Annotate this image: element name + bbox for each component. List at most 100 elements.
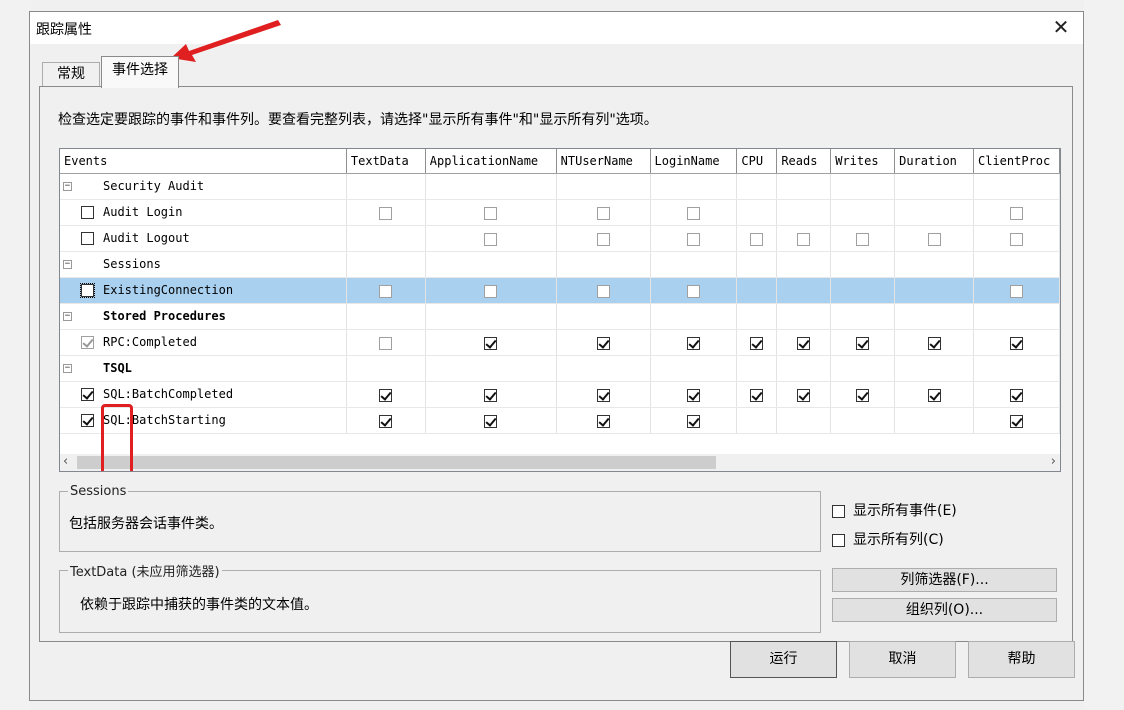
event-row[interactable]: Audit Logout bbox=[60, 225, 1060, 252]
column-checkbox[interactable] bbox=[1010, 388, 1023, 402]
column-checkbox[interactable] bbox=[1010, 284, 1023, 298]
column-checkbox[interactable] bbox=[596, 232, 610, 246]
collapse-icon[interactable]: − bbox=[63, 182, 72, 191]
column-checkbox[interactable] bbox=[484, 284, 498, 298]
column-checkbox[interactable] bbox=[596, 206, 610, 220]
event-name-cell[interactable]: RPC:Completed bbox=[60, 329, 347, 356]
column-cell[interactable] bbox=[736, 355, 778, 382]
column-checkbox[interactable] bbox=[686, 388, 700, 402]
column-cell[interactable] bbox=[830, 277, 896, 304]
column-checkbox[interactable] bbox=[686, 206, 700, 220]
column-cell[interactable] bbox=[346, 199, 426, 226]
event-checkbox[interactable] bbox=[81, 206, 94, 219]
column-checkbox[interactable] bbox=[596, 414, 610, 428]
column-cell[interactable] bbox=[346, 355, 426, 382]
column-cell[interactable] bbox=[736, 303, 778, 330]
column-checkbox[interactable] bbox=[484, 232, 498, 246]
column-cell[interactable] bbox=[556, 407, 651, 434]
column-cell[interactable] bbox=[736, 381, 778, 408]
tab-event-selection[interactable]: 事件选择 bbox=[101, 56, 179, 88]
event-name-cell[interactable]: − Sessions bbox=[60, 251, 347, 278]
column-cell[interactable] bbox=[346, 381, 426, 408]
column-cell[interactable] bbox=[425, 251, 557, 278]
column-cell[interactable] bbox=[973, 173, 1060, 200]
event-name-cell[interactable]: − TSQL bbox=[60, 355, 347, 382]
event-checkbox[interactable] bbox=[81, 388, 94, 401]
horizontal-scrollbar[interactable]: ‹ › bbox=[60, 454, 1060, 471]
column-cell[interactable] bbox=[776, 303, 832, 330]
column-cell[interactable] bbox=[650, 173, 738, 200]
help-button[interactable]: 帮助 bbox=[968, 641, 1075, 678]
column-cell[interactable] bbox=[556, 303, 651, 330]
column-cell[interactable] bbox=[776, 173, 832, 200]
event-checkbox[interactable] bbox=[81, 414, 94, 427]
collapse-icon[interactable]: − bbox=[63, 260, 72, 269]
column-cell[interactable] bbox=[973, 225, 1060, 252]
event-name-cell[interactable]: SQL:BatchStarting bbox=[60, 407, 347, 434]
column-checkbox[interactable] bbox=[484, 414, 498, 428]
column-checkbox[interactable] bbox=[927, 388, 941, 402]
column-cell[interactable] bbox=[776, 225, 832, 252]
column-cell[interactable] bbox=[894, 355, 974, 382]
column-cell[interactable] bbox=[650, 355, 738, 382]
column-cell[interactable] bbox=[973, 381, 1060, 408]
column-checkbox[interactable] bbox=[686, 284, 700, 298]
scroll-right-icon[interactable]: › bbox=[1051, 454, 1056, 469]
column-cell[interactable] bbox=[894, 251, 974, 278]
show-all-events-checkbox[interactable] bbox=[832, 504, 845, 518]
column-cell[interactable] bbox=[830, 251, 896, 278]
column-cell[interactable] bbox=[894, 407, 974, 434]
column-checkbox[interactable] bbox=[927, 336, 941, 350]
column-cell[interactable] bbox=[830, 199, 896, 226]
run-button[interactable]: 运行 bbox=[730, 641, 837, 678]
event-name-cell[interactable]: − Stored Procedures bbox=[60, 303, 347, 330]
column-cell[interactable] bbox=[556, 381, 651, 408]
column-cell[interactable] bbox=[776, 277, 832, 304]
column-cell[interactable] bbox=[650, 329, 738, 356]
event-row[interactable]: ExistingConnection bbox=[60, 277, 1060, 304]
column-cell[interactable] bbox=[894, 225, 974, 252]
column-checkbox[interactable] bbox=[379, 414, 393, 428]
column-cell[interactable] bbox=[346, 329, 426, 356]
column-checkbox[interactable] bbox=[379, 284, 393, 298]
column-checkbox[interactable] bbox=[750, 232, 764, 246]
column-cell[interactable] bbox=[894, 173, 974, 200]
column-header[interactable]: CPU bbox=[736, 149, 778, 174]
column-checkbox[interactable] bbox=[856, 232, 870, 246]
event-checkbox[interactable] bbox=[80, 283, 95, 298]
column-cell[interactable] bbox=[830, 355, 896, 382]
column-cell[interactable] bbox=[736, 407, 778, 434]
column-cell[interactable] bbox=[425, 199, 557, 226]
column-cell[interactable] bbox=[425, 277, 557, 304]
organize-columns-button[interactable]: 组织列(O)... bbox=[832, 598, 1057, 622]
column-cell[interactable] bbox=[973, 251, 1060, 278]
column-cell[interactable] bbox=[894, 381, 974, 408]
column-cell[interactable] bbox=[776, 381, 832, 408]
category-row[interactable]: − Stored Procedures bbox=[60, 303, 1060, 330]
column-cell[interactable] bbox=[556, 355, 651, 382]
column-header[interactable]: NTUserName bbox=[556, 149, 651, 174]
event-checkbox[interactable] bbox=[81, 232, 94, 245]
column-cell[interactable] bbox=[736, 173, 778, 200]
column-cell[interactable] bbox=[736, 277, 778, 304]
column-checkbox[interactable] bbox=[797, 336, 811, 350]
column-cell[interactable] bbox=[425, 355, 557, 382]
column-cell[interactable] bbox=[830, 173, 896, 200]
column-cell[interactable] bbox=[650, 407, 738, 434]
event-name-cell[interactable]: Audit Login bbox=[60, 199, 347, 226]
column-cell[interactable] bbox=[650, 225, 738, 252]
column-cell[interactable] bbox=[425, 303, 557, 330]
column-checkbox[interactable] bbox=[686, 414, 700, 428]
column-cell[interactable] bbox=[650, 277, 738, 304]
column-cell[interactable] bbox=[736, 225, 778, 252]
event-row[interactable]: SQL:BatchCompleted bbox=[60, 381, 1060, 408]
column-header[interactable]: Duration bbox=[894, 149, 974, 174]
column-cell[interactable] bbox=[556, 199, 651, 226]
column-cell[interactable] bbox=[346, 173, 426, 200]
column-cell[interactable] bbox=[346, 407, 426, 434]
column-cell[interactable] bbox=[973, 277, 1060, 304]
column-cell[interactable] bbox=[425, 173, 557, 200]
column-checkbox[interactable] bbox=[1010, 336, 1023, 350]
category-row[interactable]: − TSQL bbox=[60, 355, 1060, 382]
column-cell[interactable] bbox=[736, 199, 778, 226]
